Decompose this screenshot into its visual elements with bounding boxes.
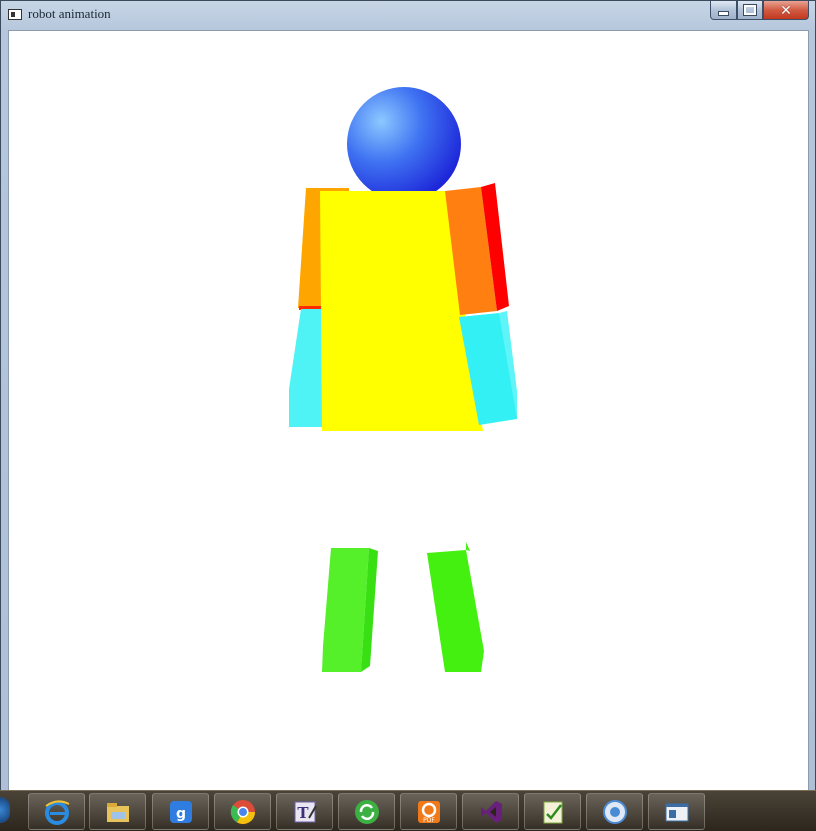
taskbar-item-file-explorer[interactable] [89, 793, 146, 830]
maximize-button[interactable] [737, 1, 763, 20]
taskbar-item-window-app[interactable] [648, 793, 705, 830]
baidu-icon: g [167, 798, 195, 826]
title-bar[interactable]: robot animation ✕ [1, 1, 815, 29]
window-app-icon [663, 798, 691, 826]
media-player-icon [601, 798, 629, 826]
svg-text:PDF: PDF [423, 817, 435, 824]
app-window: robot animation ✕ [0, 0, 816, 792]
file-explorer-icon [104, 798, 132, 826]
taskbar-item-refresh-app[interactable] [338, 793, 395, 830]
taskbar-item-baidu[interactable]: g [152, 793, 209, 830]
svg-text:T: T [297, 804, 309, 822]
robot-scene [289, 87, 517, 672]
render-canvas[interactable] [8, 30, 809, 791]
taskbar-item-chrome[interactable] [214, 793, 271, 830]
taskbar-item-text-editor[interactable]: T [276, 793, 333, 830]
close-button[interactable]: ✕ [763, 1, 809, 20]
text-editor-icon: T [291, 798, 319, 826]
robot-head [347, 87, 461, 201]
svg-text:g: g [175, 806, 185, 822]
taskbar-item-visual-studio[interactable] [462, 793, 519, 830]
robot-left-leg [322, 548, 369, 672]
chrome-icon [229, 798, 257, 826]
refresh-app-icon [353, 798, 381, 826]
taskbar-item-pdf[interactable]: PDF [400, 793, 457, 830]
minimize-button[interactable] [710, 1, 737, 20]
maximize-icon [743, 4, 757, 16]
taskbar-item-internet-explorer[interactable] [28, 793, 85, 830]
internet-explorer-icon [43, 798, 71, 826]
taskbar: g T PDF [0, 790, 816, 831]
robot-right-leg [427, 550, 484, 672]
app-window-icon[interactable] [8, 9, 22, 20]
notes-app-icon [539, 798, 567, 826]
taskbar-item-notes-app[interactable] [524, 793, 581, 830]
start-button[interactable] [0, 797, 10, 823]
pdf-icon: PDF [415, 798, 443, 826]
taskbar-item-media-player[interactable] [586, 793, 643, 830]
window-controls: ✕ [710, 1, 809, 22]
robot-right-leg-tip [466, 542, 470, 551]
minimize-icon [718, 10, 729, 16]
close-icon: ✕ [780, 2, 792, 18]
visual-studio-icon [477, 798, 505, 826]
window-title: robot animation [28, 6, 111, 21]
